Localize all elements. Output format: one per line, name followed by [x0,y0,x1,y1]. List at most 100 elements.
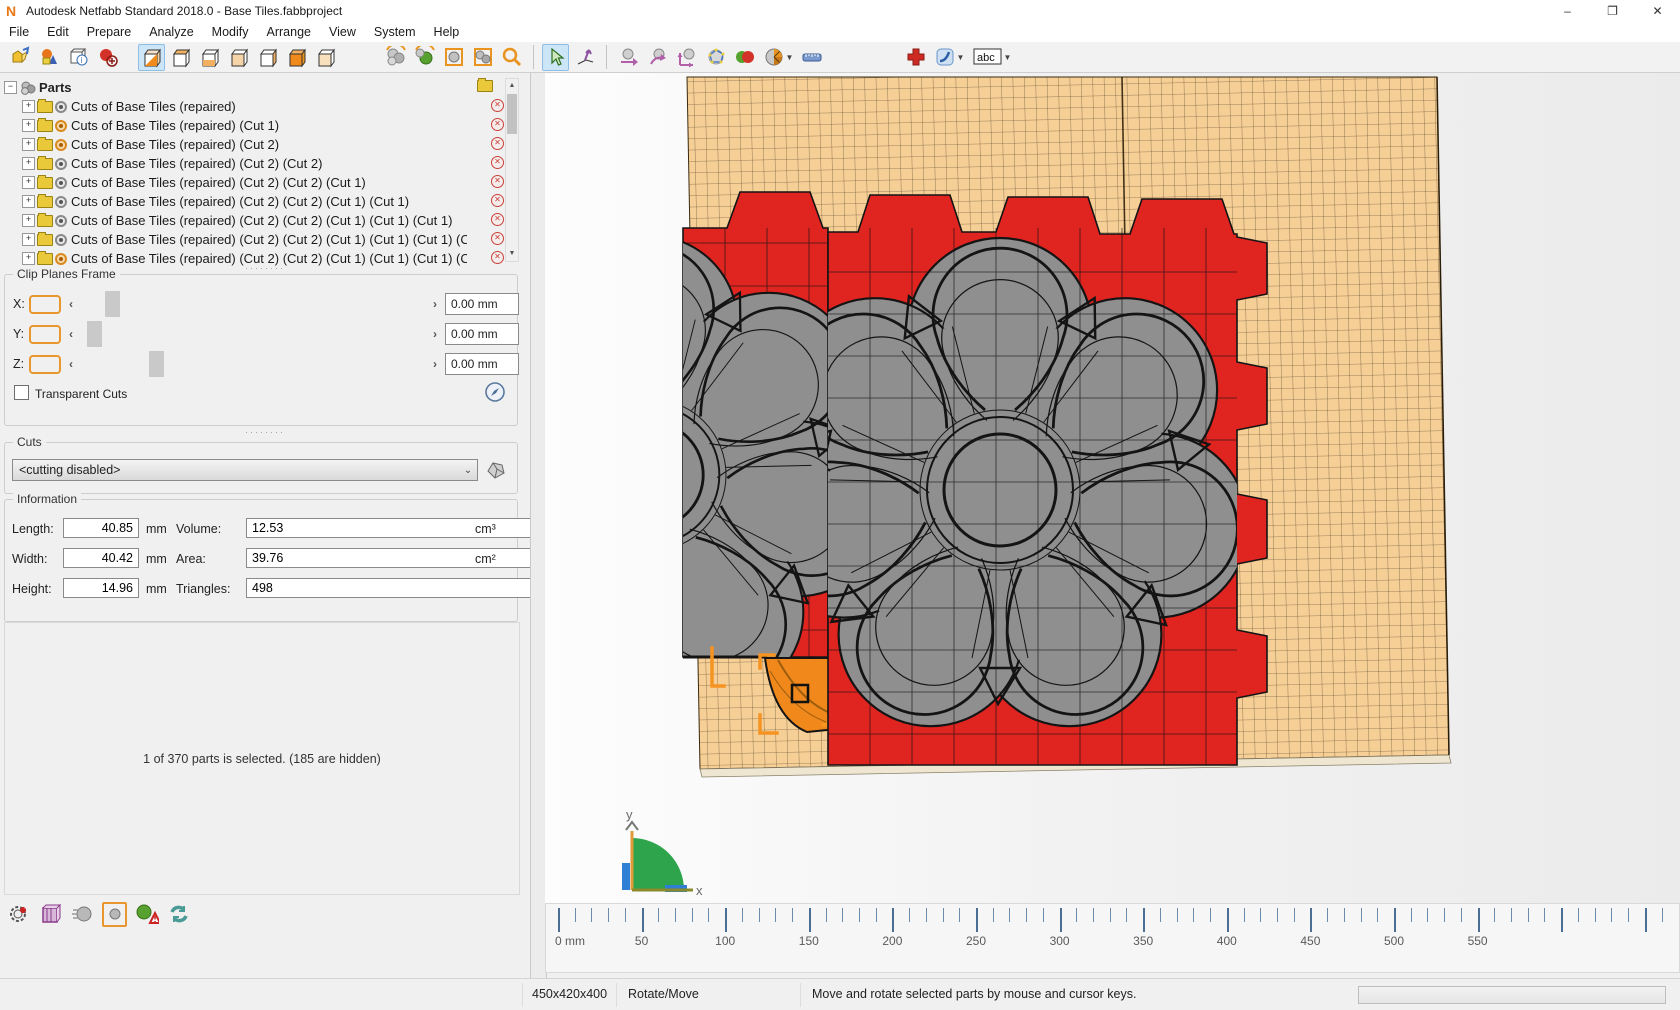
visibility-eye-icon[interactable] [55,253,67,265]
boolean-icon[interactable] [731,44,758,71]
view-left-icon[interactable] [283,44,310,71]
execute-cut-icon[interactable] [483,457,509,483]
tree-scrollbar[interactable]: ▲ ▼ [505,78,519,262]
reset-clip-icon[interactable] [483,380,507,404]
clip-y-decrease[interactable]: ‹ [69,327,73,341]
delete-part-icon[interactable]: ✕ [491,175,504,188]
view-isometric-icon[interactable] [138,44,165,71]
menu-help[interactable]: Help [425,23,469,41]
menu-modify[interactable]: Modify [203,23,258,41]
add-part-icon[interactable] [94,44,121,71]
clip-x-slider[interactable] [77,291,429,317]
analysis-dropdown-caret[interactable]: ▼ [786,53,794,62]
show-parts-icon[interactable] [382,44,409,71]
part-information-icon[interactable]: i [65,44,92,71]
move-part-icon[interactable] [615,44,642,71]
menu-analyze[interactable]: Analyze [140,23,202,41]
view-front-icon[interactable] [225,44,252,71]
clip-y-increase[interactable]: › [433,327,437,341]
delete-part-icon[interactable]: ✕ [491,137,504,150]
clip-x-plane-button[interactable] [29,295,61,314]
menu-system[interactable]: System [365,23,425,41]
clip-z-plane-button[interactable] [29,355,61,374]
delete-part-icon[interactable]: ✕ [491,251,504,264]
parts-root-row[interactable]: − Parts [4,78,72,97]
scroll-up-icon[interactable]: ▲ [506,79,518,93]
cut-dropdown-caret[interactable]: ▼ [957,53,965,62]
collapse-icon[interactable]: − [4,81,17,94]
tree-row-part[interactable]: +Cuts of Base Tiles (repaired) (Cut 1)✕ [22,116,504,135]
clip-y-value[interactable]: 0.00 mm [445,323,519,345]
view-bottom-icon[interactable] [196,44,223,71]
cutting-mode-dropdown[interactable]: <cutting disabled> ⌄ [12,459,478,481]
repair-icon[interactable] [902,44,929,71]
menu-view[interactable]: View [320,23,365,41]
clip-z-decrease[interactable]: ‹ [69,357,73,371]
rotate-part-icon[interactable] [644,44,671,71]
zoom-icon[interactable] [498,44,525,71]
delete-part-icon[interactable]: ✕ [491,232,504,245]
panel-splitter-2[interactable]: ········ [0,430,530,436]
sphere-motion-icon[interactable] [70,902,95,927]
restore-button[interactable]: ❐ [1590,0,1635,22]
expand-icon[interactable]: + [22,119,35,132]
clip-x-decrease[interactable]: ‹ [69,297,73,311]
tree-row-part[interactable]: +Cuts of Base Tiles (repaired) (Cut 2) (… [22,173,504,192]
measure-icon[interactable] [798,44,825,71]
clip-z-slider[interactable] [77,351,429,377]
viewport-3d[interactable]: y x [545,73,1680,903]
visibility-eye-icon[interactable] [55,196,67,208]
clip-z-value[interactable]: 0.00 mm [445,353,519,375]
menu-prepare[interactable]: Prepare [78,23,140,41]
expand-icon[interactable]: + [22,233,35,246]
expand-icon[interactable]: + [22,176,35,189]
clip-z-thumb[interactable] [149,351,164,377]
triangles-input[interactable] [246,578,562,598]
scroll-down-icon[interactable]: ▼ [506,247,518,261]
visibility-eye-icon[interactable] [55,139,67,151]
expand-icon[interactable]: + [22,100,35,113]
expand-icon[interactable]: + [22,214,35,227]
visibility-eye-icon[interactable] [55,234,67,246]
view-top-icon[interactable] [167,44,194,71]
delete-part-icon[interactable]: ✕ [491,194,504,207]
show-selected-icon[interactable] [411,44,438,71]
close-button[interactable]: ✕ [1635,0,1680,22]
create-part-icon[interactable] [36,44,63,71]
visibility-eye-icon[interactable] [55,215,67,227]
clip-y-thumb[interactable] [87,321,102,347]
label-tool-icon[interactable]: abc▼ [969,44,1015,71]
clip-x-thumb[interactable] [105,291,120,317]
open-project-icon[interactable] [7,44,34,71]
view-right-icon[interactable] [312,44,339,71]
mesh-edit-icon[interactable] [702,44,729,71]
tree-row-part[interactable]: +Cuts of Base Tiles (repaired) (Cut 2) (… [22,154,504,173]
minimize-button[interactable]: – [1545,0,1590,22]
menu-arrange[interactable]: Arrange [258,23,320,41]
delete-part-icon[interactable]: ✕ [491,99,504,112]
tree-row-part[interactable]: +Cuts of Base Tiles (repaired)✕ [22,97,504,116]
clip-x-increase[interactable]: › [433,297,437,311]
clip-z-increase[interactable]: › [433,357,437,371]
menu-edit[interactable]: Edit [38,23,78,41]
refresh-icon[interactable] [166,902,191,927]
analysis-icon[interactable]: ▼ [760,44,796,71]
fit-platform-icon[interactable] [440,44,467,71]
visibility-eye-icon[interactable] [55,120,67,132]
tree-row-part[interactable]: +Cuts of Base Tiles (repaired) (Cut 2) (… [22,211,504,230]
scale-part-icon[interactable] [673,44,700,71]
length-input[interactable] [63,518,139,538]
cube-slices-icon[interactable] [38,902,63,927]
scrollbar-thumb[interactable] [507,94,517,134]
rotate-view-icon[interactable] [571,44,598,71]
tree-row-part[interactable]: +Cuts of Base Tiles (repaired) (Cut 2) (… [22,192,504,211]
width-input[interactable] [63,548,139,568]
visibility-eye-icon[interactable] [55,101,67,113]
view-back-icon[interactable] [254,44,281,71]
delete-part-icon[interactable]: ✕ [491,156,504,169]
tree-row-part[interactable]: +Cuts of Base Tiles (repaired) (Cut 2)✕ [22,135,504,154]
tree-row-part[interactable]: +Cuts of Base Tiles (repaired) (Cut 2) (… [22,230,504,249]
clip-x-value[interactable]: 0.00 mm [445,293,519,315]
sphere-warning-icon[interactable] [134,902,159,927]
cut-tool-icon[interactable]: ▼ [931,44,967,71]
